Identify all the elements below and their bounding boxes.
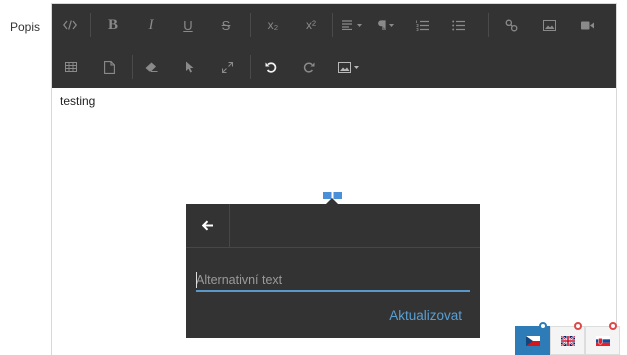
ordered-list-button[interactable] (409, 4, 435, 46)
language-tab-sk[interactable] (585, 322, 620, 355)
align-dropdown[interactable] (338, 4, 368, 46)
redo-icon (303, 62, 315, 73)
superscript-button[interactable]: x² (298, 4, 324, 46)
back-button[interactable] (186, 204, 230, 247)
toolbar-separator (250, 13, 251, 37)
cursor-arrow-icon (186, 61, 194, 73)
clear-formatting-button[interactable] (138, 46, 164, 88)
strikethrough-button[interactable]: S (213, 4, 239, 46)
language-tab-en[interactable] (550, 322, 585, 355)
toolbar-separator (132, 55, 133, 79)
language-status-dot (539, 322, 547, 330)
image-alt-text-popover: Aktualizovat (186, 198, 480, 338)
video-button[interactable] (572, 4, 602, 46)
language-status-dot (609, 322, 617, 330)
popover-header (186, 204, 480, 248)
undo-icon (265, 62, 277, 73)
image-options-dropdown[interactable] (332, 46, 368, 88)
language-switcher (515, 322, 621, 355)
table-icon (65, 62, 77, 72)
editor-toolbar: B I U S x₂ x² (52, 4, 616, 88)
language-status-dot (574, 322, 582, 330)
toolbar-separator (488, 13, 489, 37)
rich-text-editor[interactable]: B I U S x₂ x² testing Alternativní text … (51, 3, 617, 355)
align-icon (342, 20, 362, 30)
language-tab-cs[interactable] (515, 322, 550, 355)
editor-content-text[interactable]: testing (60, 94, 95, 108)
italic-button[interactable]: I (138, 4, 164, 46)
field-label-popis: Popis (10, 20, 41, 34)
undo-button[interactable] (258, 46, 284, 88)
select-button[interactable] (177, 46, 203, 88)
subscript-button[interactable]: x₂ (260, 4, 286, 46)
expand-icon (221, 61, 233, 73)
image-options-icon (338, 61, 359, 73)
eraser-icon (145, 62, 157, 72)
update-button[interactable]: Aktualizovat (389, 308, 462, 323)
table-button[interactable] (58, 46, 84, 88)
image-icon (542, 19, 556, 31)
unordered-list-button[interactable] (445, 4, 471, 46)
flag-gb-icon (560, 335, 575, 346)
bold-button[interactable]: B (100, 4, 126, 46)
paragraph-dropdown[interactable] (373, 4, 399, 46)
toolbar-row-2 (52, 46, 616, 88)
redo-button[interactable] (296, 46, 322, 88)
file-icon (103, 60, 115, 74)
ordered-list-icon (415, 20, 429, 31)
toolbar-row-1: B I U S x₂ x² (52, 4, 616, 46)
link-button[interactable] (498, 4, 524, 46)
alt-text-input[interactable] (196, 270, 470, 292)
flag-sk-icon (595, 335, 610, 346)
arrow-left-icon (201, 220, 213, 231)
text-cursor (196, 272, 197, 288)
unordered-list-icon (451, 20, 465, 30)
link-icon (505, 19, 517, 31)
flag-cz-icon (525, 335, 540, 346)
toolbar-separator (90, 13, 91, 37)
toolbar-separator (250, 55, 251, 79)
file-button[interactable] (96, 46, 122, 88)
underline-button[interactable]: U (175, 4, 201, 46)
toolbar-separator (332, 13, 333, 37)
image-button[interactable] (536, 4, 562, 46)
video-camera-icon (580, 21, 594, 29)
paragraph-icon (378, 19, 394, 30)
code-view-icon[interactable] (56, 4, 84, 46)
fullscreen-button[interactable] (214, 46, 240, 88)
